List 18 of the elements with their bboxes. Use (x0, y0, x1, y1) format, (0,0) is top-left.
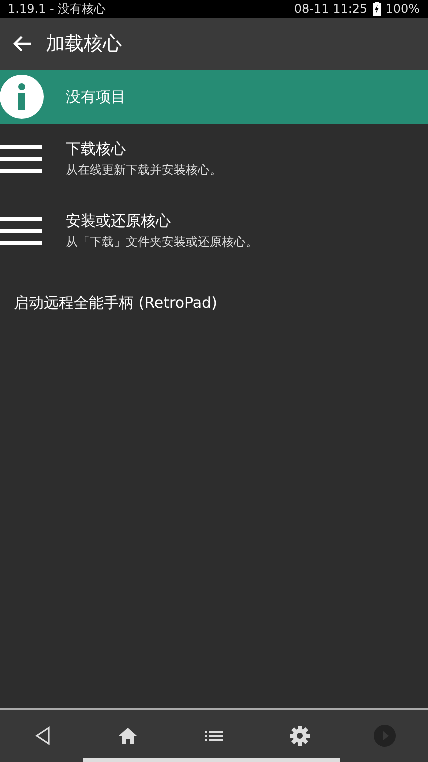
gear-icon (288, 724, 312, 748)
item-description: 从「下载」文件夹安装或还原核心。 (66, 234, 258, 250)
menu-item[interactable]: 安装或还原核心 从「下载」文件夹安装或还原核心。 (0, 196, 428, 268)
back-arrow-icon[interactable] (12, 35, 32, 53)
menu-item[interactable]: 没有项目 (0, 70, 428, 124)
clock: 08-11 11:25 (294, 2, 368, 16)
menu-icon (0, 217, 42, 245)
item-title: 安装或还原核心 (66, 212, 172, 230)
menu-icon (0, 145, 42, 173)
item-description: 从在线更新下载并安装核心。 (66, 162, 222, 178)
status-text: 1.19.1 - 没有核心 (8, 0, 106, 18)
info-icon (0, 75, 44, 119)
menu-item[interactable]: 启动远程全能手柄 (RetroPad) (0, 268, 428, 340)
item-title: 下载核心 (66, 140, 127, 158)
menu-item[interactable]: 下载核心 从在线更新下载并安装核心。 (0, 124, 428, 196)
item-title: 没有项目 (66, 88, 126, 106)
page-title: 加载核心 (46, 32, 122, 57)
battery-level: 100% (386, 2, 420, 16)
